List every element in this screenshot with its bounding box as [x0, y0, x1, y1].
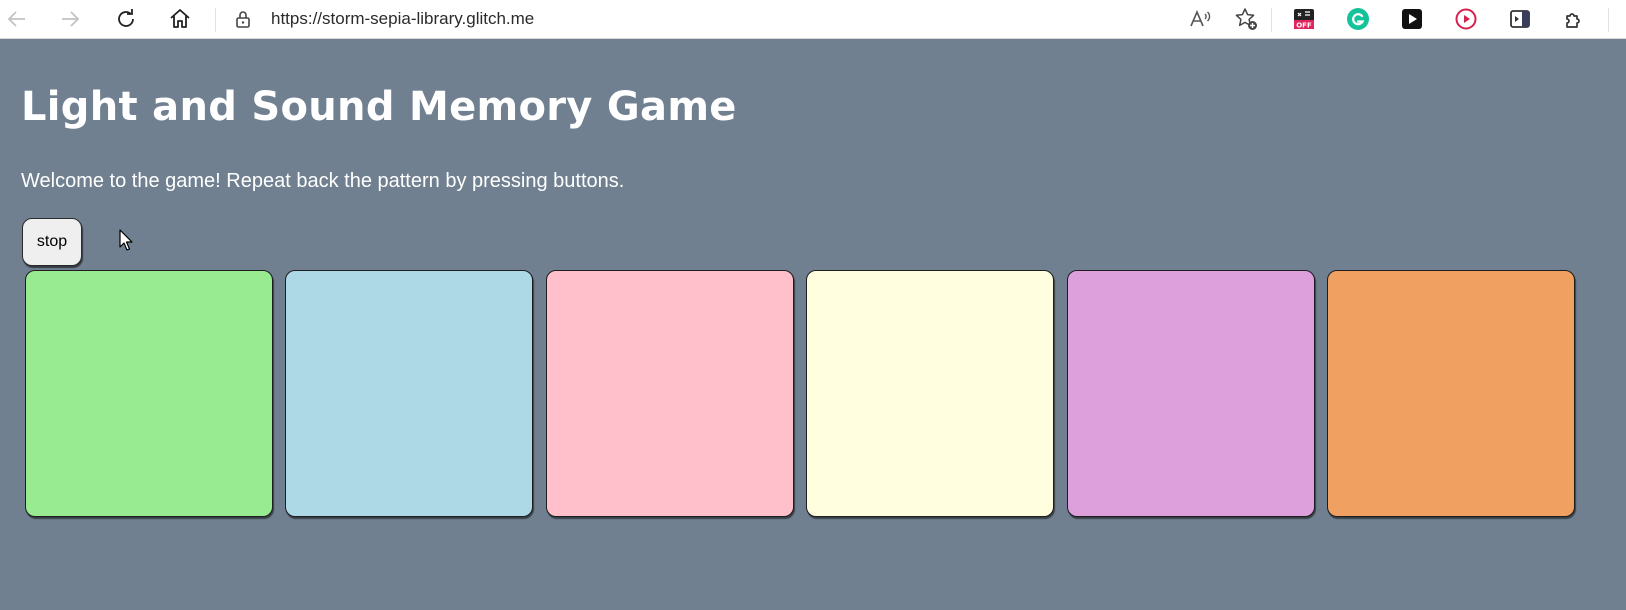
stop-button[interactable]: stop: [22, 218, 82, 266]
home-button[interactable]: [163, 2, 197, 36]
add-favorite-button[interactable]: [1229, 2, 1263, 36]
svg-text:OFF: OFF: [1296, 22, 1312, 30]
reload-button[interactable]: [109, 2, 143, 36]
arrow-left-icon: [6, 8, 28, 30]
reload-icon: [114, 7, 138, 31]
game-button-3[interactable]: [546, 270, 794, 517]
address-bar[interactable]: https://storm-sepia-library.glitch.me: [271, 4, 534, 34]
sidebar-extension-icon[interactable]: [1507, 6, 1533, 32]
play-extension-icon[interactable]: [1399, 6, 1425, 32]
coupon-off-extension-icon[interactable]: OFF: [1291, 6, 1317, 32]
arrow-right-icon: [59, 8, 81, 30]
game-button-6[interactable]: [1327, 270, 1575, 517]
favorite-add-icon: [1233, 6, 1259, 32]
forward-button[interactable]: [53, 2, 87, 36]
home-icon: [168, 7, 192, 31]
read-aloud-icon: [1188, 7, 1212, 31]
game-button-4[interactable]: [806, 270, 1054, 517]
video-player-extension-icon[interactable]: [1453, 6, 1479, 32]
toolbar-divider: [215, 8, 216, 32]
toolbar-divider: [1608, 8, 1609, 32]
grammarly-extension-icon[interactable]: [1345, 6, 1371, 32]
toolbar-divider: [1271, 8, 1272, 32]
mouse-cursor-icon: [119, 229, 133, 256]
game-button-5[interactable]: [1067, 270, 1315, 517]
read-aloud-button[interactable]: [1183, 2, 1217, 36]
back-button[interactable]: [0, 2, 34, 36]
intro-text: Welcome to the game! Repeat back the pat…: [21, 170, 625, 192]
page-title: Light and Sound Memory Game: [21, 84, 737, 130]
lock-icon: [233, 9, 253, 29]
browser-toolbar: https://storm-sepia-library.glitch.me OF…: [0, 0, 1626, 39]
game-button-1[interactable]: [25, 270, 273, 517]
game-button-2[interactable]: [285, 270, 533, 517]
puzzle-icon[interactable]: [1562, 6, 1588, 32]
site-info-button[interactable]: [226, 2, 260, 36]
